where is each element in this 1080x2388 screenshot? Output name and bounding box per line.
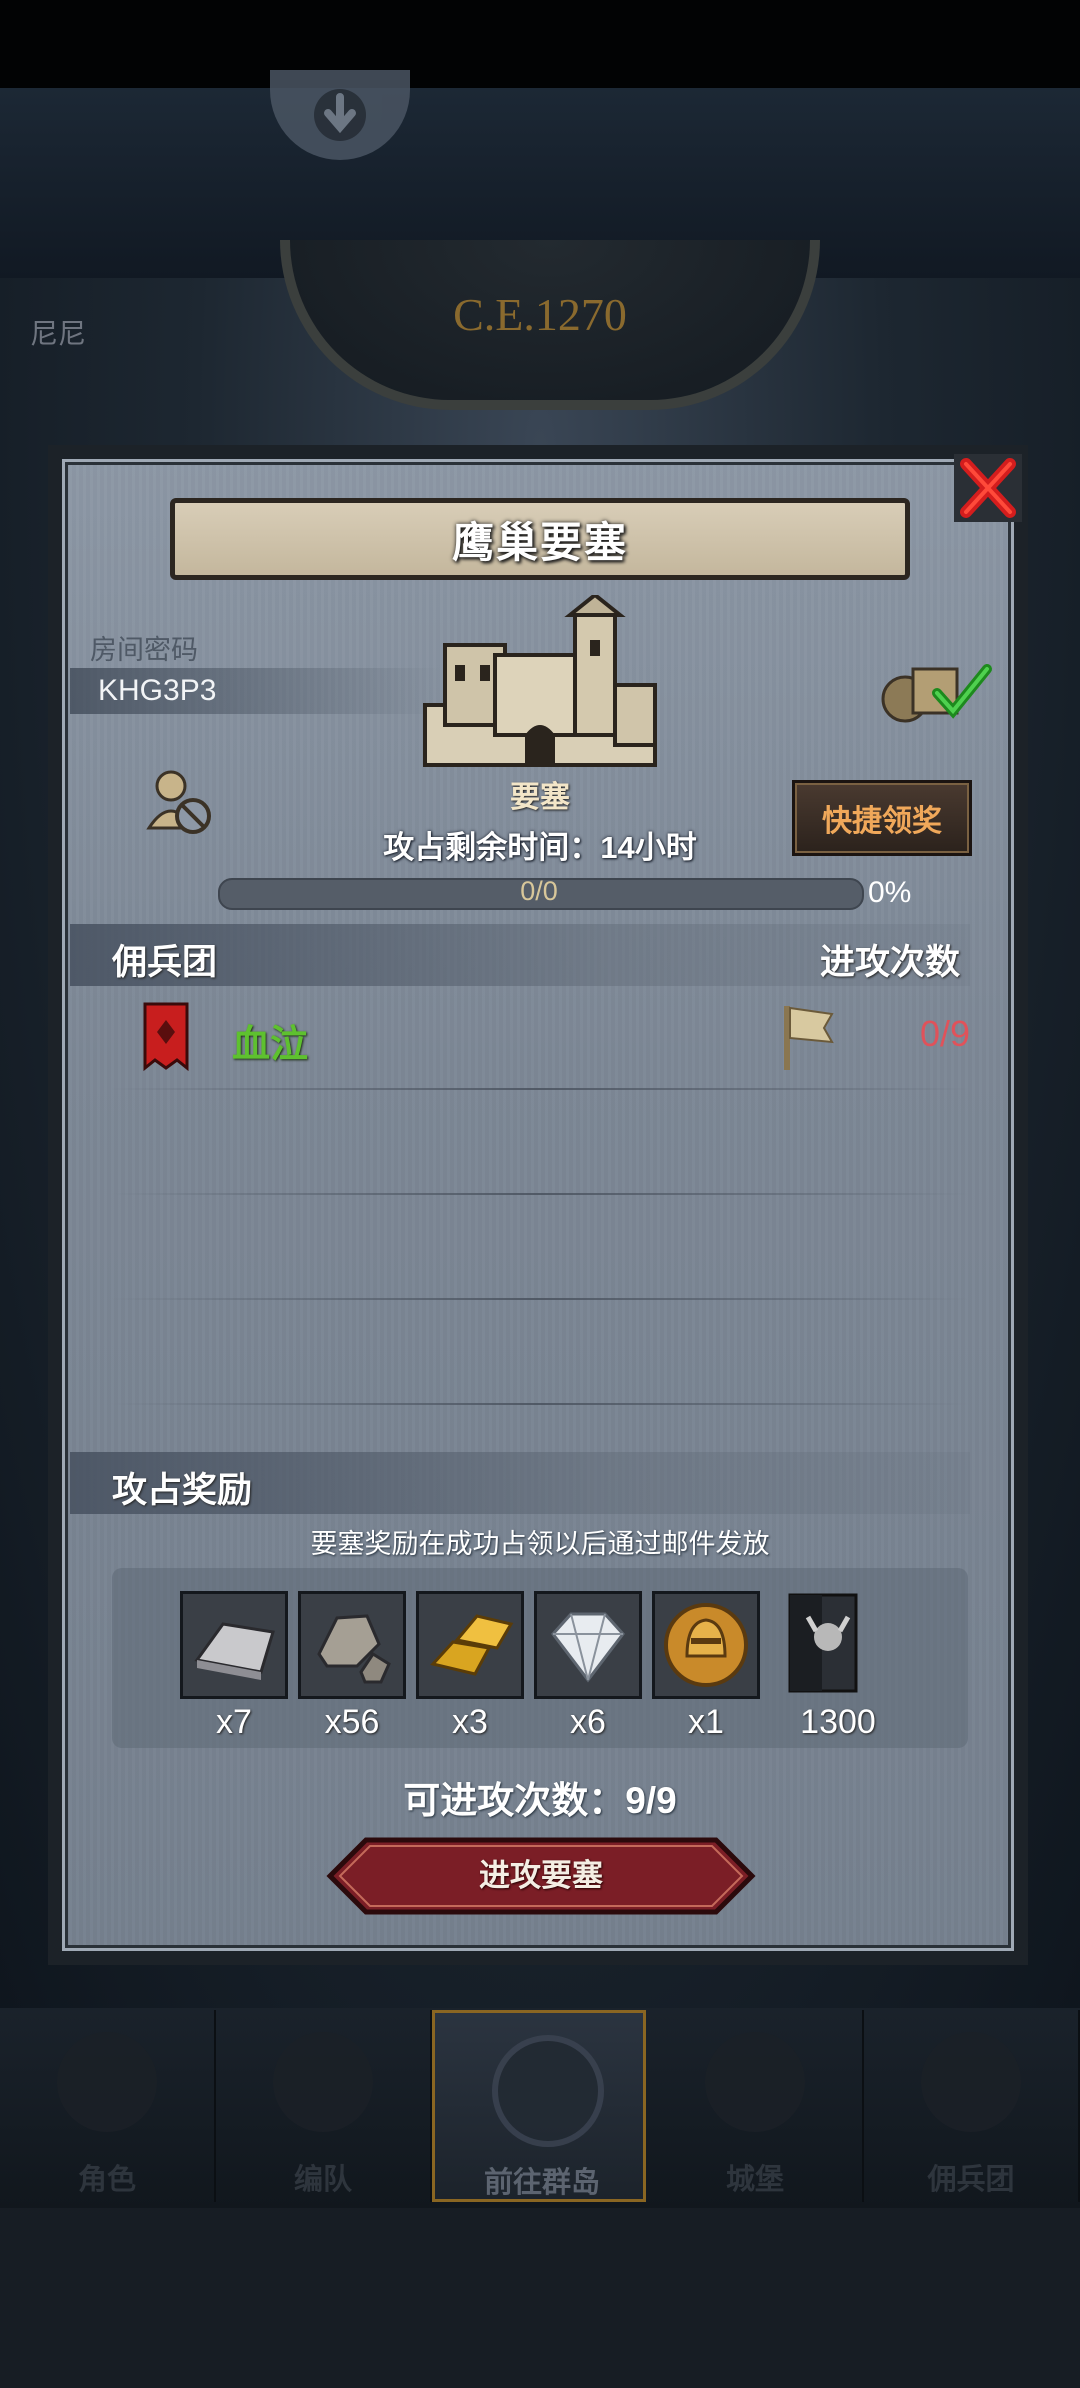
claimed-rewards-icon: [881, 664, 992, 723]
attacks-header: 进攻次数: [820, 943, 961, 982]
nav-label: 角色: [77, 2164, 136, 2196]
capture-progress-percent: 0%: [868, 876, 912, 909]
reward-item[interactable]: [652, 1591, 760, 1699]
fortress-icon: [423, 595, 657, 767]
reward-item[interactable]: [298, 1591, 406, 1699]
stone-ore-icon: [301, 1594, 403, 1696]
nav-item-character[interactable]: 角色: [0, 2010, 216, 2202]
row-divider: [110, 1088, 970, 1090]
dialog-title: 鹰巢要塞: [451, 518, 628, 566]
room-password-label: 房间密码: [90, 635, 198, 665]
nav-item-islands[interactable]: 前往群岛: [432, 2010, 646, 2202]
nav-item-castle[interactable]: 城堡: [648, 2010, 864, 2202]
reward-item[interactable]: [534, 1591, 642, 1699]
rewards-note: 要塞奖励在成功占领以后通过邮件发放: [310, 1529, 770, 1559]
era-year: C.E.1270: [453, 289, 627, 340]
castle-icon: [705, 2032, 805, 2132]
formation-icon: [273, 2032, 373, 2132]
reward-qty: x1: [688, 1703, 724, 1741]
row-divider: [110, 1193, 970, 1195]
reward-qty: 1300: [800, 1703, 876, 1741]
room-code-bar: KHG3P3: [70, 668, 440, 714]
gold-bars-icon: [419, 1594, 521, 1696]
nav-label: 佣兵团: [927, 2164, 1015, 2196]
knight-helmet-coin-icon: [655, 1594, 757, 1696]
bottom-area: [0, 2208, 1080, 2388]
title-banner: 鹰巢要塞: [170, 498, 910, 580]
mercenary-name[interactable]: 血泣: [232, 1013, 308, 1068]
room-code: KHG3P3: [98, 674, 217, 707]
row-divider: [110, 1298, 970, 1300]
reward-item[interactable]: [416, 1591, 524, 1699]
reward-item[interactable]: [788, 1591, 868, 1699]
mercenary-attack-count: 0/9: [919, 1013, 970, 1054]
rewards-header: 攻占奖励: [112, 1471, 253, 1510]
nav-label: 城堡: [725, 2164, 784, 2196]
honor-banner-icon: [788, 1593, 858, 1693]
iron-ingot-icon: [183, 1594, 285, 1696]
quick-claim-label: 快捷领奖: [822, 805, 942, 838]
diamond-icon: [537, 1594, 639, 1696]
nav-item-formation[interactable]: 编队: [216, 2010, 432, 2202]
attack-fortress-button[interactable]: 进攻要塞: [326, 1836, 756, 1916]
nav-label: 编队: [293, 2164, 352, 2196]
arrow-down-circle-icon: [314, 89, 366, 141]
no-member-icon: [146, 770, 211, 834]
mercenary-header: 佣兵团: [112, 943, 218, 982]
mercenary-banner-icon: [143, 1002, 189, 1072]
close-button[interactable]: [952, 452, 1024, 524]
nav-label: 前往群岛: [483, 2167, 600, 2199]
building-label: 要塞: [510, 781, 570, 814]
islands-compass-icon: [492, 2035, 604, 2147]
available-attacks: 可进攻次数：9/9: [403, 1780, 677, 1821]
remaining-time: 攻占剩余时间：14小时: [383, 830, 697, 865]
capture-progress-text: 0/0: [520, 876, 558, 906]
map-left-label: 尼尼: [30, 318, 87, 349]
mercenary-icon: [921, 2032, 1021, 2132]
row-divider: [110, 1403, 970, 1405]
attack-flag-icon: [784, 1006, 834, 1070]
nav-item-mercenary[interactable]: 佣兵团: [864, 2010, 1080, 2202]
attack-button-label: 进攻要塞: [479, 1858, 603, 1893]
close-x-icon: [954, 454, 1022, 522]
status-bar: [0, 0, 1080, 88]
knight-icon: [57, 2032, 157, 2132]
reward-item[interactable]: [180, 1591, 288, 1699]
